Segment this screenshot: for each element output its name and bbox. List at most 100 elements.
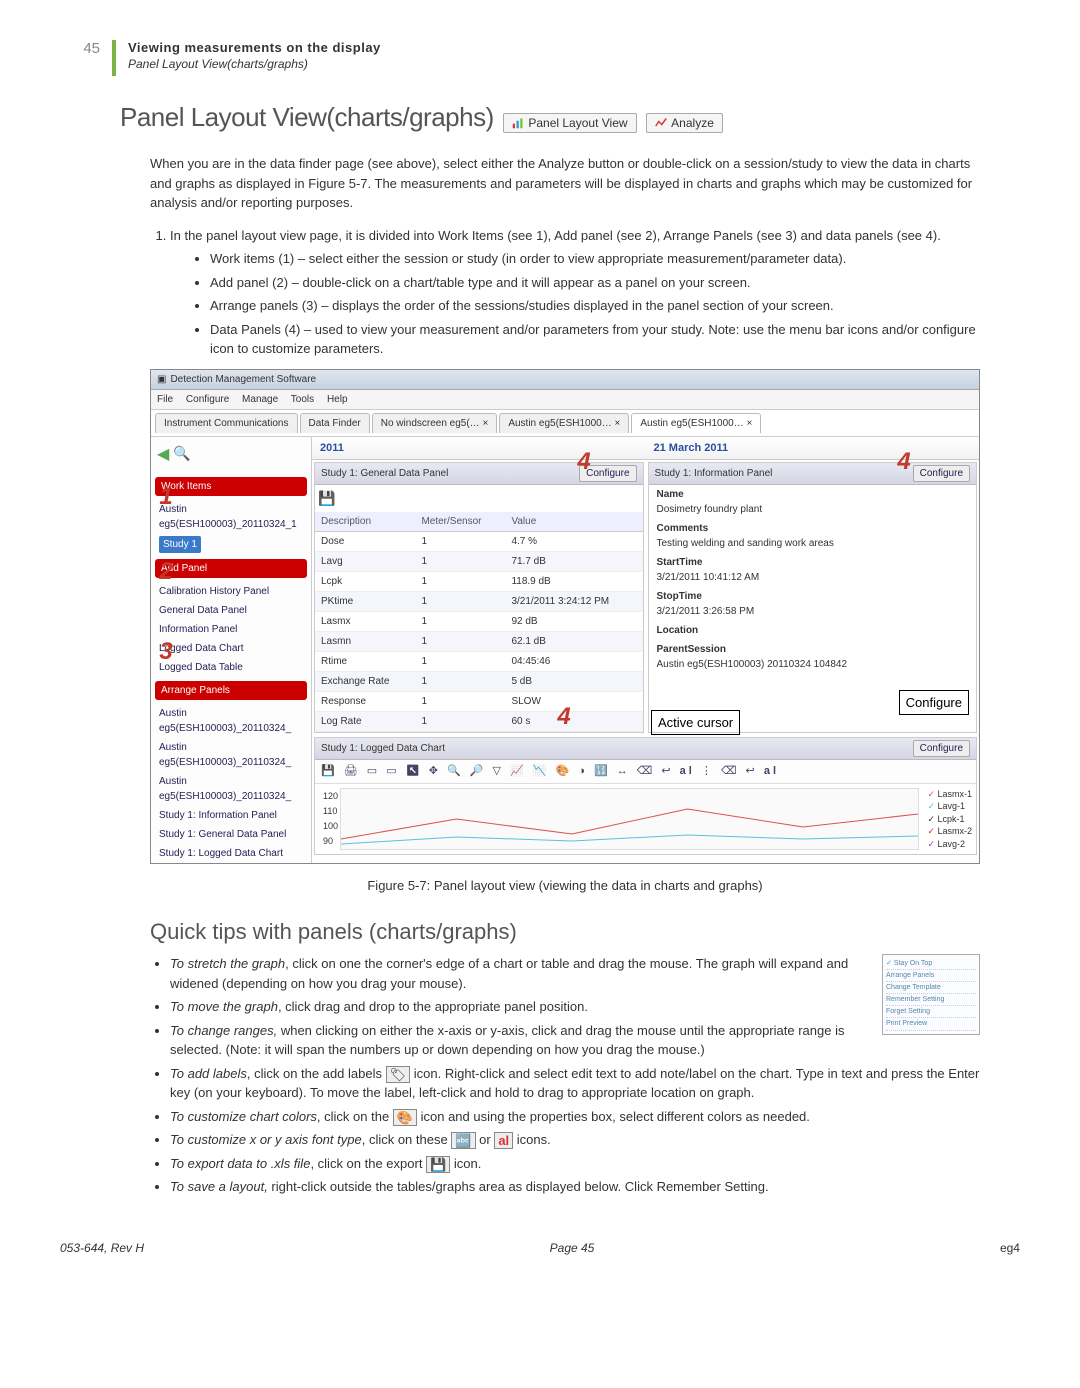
tip-labels: To add labels, click on the add labels 🏷… xyxy=(170,1064,980,1103)
arrange-item[interactable]: Austin eg5(ESH100003)_20110324_ xyxy=(151,738,311,772)
menu-configure[interactable]: Configure xyxy=(186,394,229,405)
tip-ranges: To change ranges, when clicking on eithe… xyxy=(170,1021,980,1060)
table-row: Exchange Rate15 dB xyxy=(315,672,643,692)
header-text-block: Viewing measurements on the display Pane… xyxy=(128,40,381,72)
arrange-item[interactable]: Austin eg5(ESH100003)_20110324_ xyxy=(151,772,311,806)
table-row: Lavg171.7 dB xyxy=(315,552,643,572)
chart-toolbar[interactable]: 💾 🖨 ▭ ▭ ↖ ✥ 🔍 🔎 ▽ 📈 📉 🎨 ◑ 🔢 ↔ ⌫ ↩ al ⋮ ⌫… xyxy=(315,760,976,784)
arrange-panels-header[interactable]: Arrange Panels xyxy=(155,681,307,700)
menu-help[interactable]: Help xyxy=(327,394,348,405)
work-item-study[interactable]: Study 1 xyxy=(159,536,201,553)
legend-item[interactable]: Lcpk-1 xyxy=(927,813,972,826)
legend-item[interactable]: Lavg-1 xyxy=(927,800,972,813)
table-row: Log Rate160 s xyxy=(315,712,643,732)
tip-stretch: To stretch the graph, click on one the c… xyxy=(170,954,980,993)
callout-3: 3 xyxy=(153,640,179,666)
arrange-item[interactable]: Study 1: Information Panel xyxy=(151,806,311,825)
y-axis-font-icon[interactable]: al xyxy=(494,1132,513,1149)
top-panel-row: Study 1: General Data Panel Configure 💾 … xyxy=(312,460,979,735)
col-value: Value xyxy=(505,512,642,532)
dashboard: 2011 21 March 2011 Study 1: General Data… xyxy=(312,437,979,863)
page-footer: 053-644, Rev H Page 45 eg4 xyxy=(60,1241,1020,1255)
header-subtitle: Panel Layout View(charts/graphs) xyxy=(128,57,381,73)
analyze-button[interactable]: Analyze xyxy=(646,113,723,133)
menu-tools[interactable]: Tools xyxy=(291,394,314,405)
legend-item[interactable]: Lavg-2 xyxy=(927,838,972,851)
info-field: StopTime3/21/2011 3:26:58 PM xyxy=(649,587,977,621)
callout-configure: Configure xyxy=(899,690,969,716)
x-axis-font-icon[interactable]: 🔤 xyxy=(451,1132,475,1149)
configure-button[interactable]: Configure xyxy=(913,740,970,757)
tip-axis-font: To customize x or y axis font type, clic… xyxy=(170,1130,980,1150)
table-row: Response1SLOW xyxy=(315,692,643,712)
table-row: PKtime13/21/2011 3:24:12 PM xyxy=(315,592,643,612)
palette-icon[interactable]: 🎨 xyxy=(393,1109,417,1126)
tab-instrument-comm[interactable]: Instrument Communications xyxy=(155,413,298,433)
footer-left: 053-644, Rev H xyxy=(60,1241,144,1255)
menu-manage[interactable]: Manage xyxy=(242,394,278,405)
panel-layout-view-button[interactable]: Panel Layout View xyxy=(503,113,636,133)
add-item-information[interactable]: Information Panel xyxy=(151,620,311,639)
figure-caption: Figure 5-7: Panel layout view (viewing t… xyxy=(150,876,980,896)
callout-4a: 4 xyxy=(571,450,597,476)
search-icon[interactable]: 🔍 xyxy=(173,443,190,467)
add-item-general[interactable]: General Data Panel xyxy=(151,601,311,620)
col-description: Description xyxy=(315,512,415,532)
menu-file[interactable]: File xyxy=(157,394,173,405)
quick-tips-heading: Quick tips with panels (charts/graphs) xyxy=(150,915,980,948)
chart-plot-area[interactable] xyxy=(340,788,919,850)
general-data-table: Description Meter/Sensor Value Dose14.7 … xyxy=(315,512,643,732)
document-tabs: Instrument Communications Data Finder No… xyxy=(151,410,979,437)
info-field: Location xyxy=(649,621,977,640)
date-header-right: 21 March 2011 xyxy=(646,437,980,461)
callout-2: 2 xyxy=(153,560,179,586)
legend-item[interactable]: Lasmx-2 xyxy=(927,825,972,838)
logged-data-chart-panel: Study 1: Logged Data Chart Configure 💾 🖨… xyxy=(314,737,977,855)
export-icon[interactable]: 💾 xyxy=(426,1156,450,1173)
analyze-icon xyxy=(655,117,667,129)
intro-paragraph: When you are in the data finder page (se… xyxy=(150,154,980,213)
info-field: StartTime3/21/2011 10:41:12 AM xyxy=(649,553,977,587)
step1-lead: In the panel layout view page, it is div… xyxy=(170,228,941,243)
callout-1: 1 xyxy=(153,485,179,511)
info-field: ParentSessionAustin eg5(ESH100003) 20110… xyxy=(649,640,977,674)
numbered-steps: In the panel layout view page, it is div… xyxy=(170,226,980,359)
arrange-item[interactable]: Austin eg5(ESH100003)_20110324_ xyxy=(151,704,311,738)
bullet-work-items: Work items (1) – select either the sessi… xyxy=(210,249,980,269)
arrange-item[interactable]: Study 1: Logged Data Chart xyxy=(151,844,311,863)
col-meter: Meter/Sensor xyxy=(415,512,505,532)
back-icon[interactable]: ◀ xyxy=(157,443,169,467)
window-titlebar: ▣ Detection Management Software xyxy=(151,370,979,390)
page-number-top: 45 xyxy=(60,40,100,57)
tab-session-2[interactable]: Austin eg5(ESH1000… × xyxy=(499,413,629,433)
step1-bullets: Work items (1) – select either the sessi… xyxy=(210,249,980,359)
general-panel-title: Study 1: General Data Panel xyxy=(321,466,448,481)
menubar[interactable]: File Configure Manage Tools Help xyxy=(151,390,979,410)
bullet-add-panel: Add panel (2) – double-click on a chart/… xyxy=(210,273,980,293)
analyze-label: Analyze xyxy=(671,116,714,130)
tip-colors: To customize chart colors, click on the … xyxy=(170,1107,980,1127)
legend-item[interactable]: Lasmx-1 xyxy=(927,788,972,801)
configure-button[interactable]: Configure xyxy=(913,465,970,482)
add-labels-icon[interactable]: 🏷 xyxy=(386,1066,411,1083)
table-row: Lcpk1118.9 dB xyxy=(315,572,643,592)
callout-4c: 4 xyxy=(551,705,577,731)
tab-session-3[interactable]: Austin eg5(ESH1000… × xyxy=(631,413,761,433)
bullet-arrange-panels: Arrange panels (3) – displays the order … xyxy=(210,296,980,316)
footer-right: eg4 xyxy=(1000,1241,1020,1255)
tip-save-layout: To save a layout, right-click outside th… xyxy=(170,1177,980,1197)
save-icon[interactable]: 💾 xyxy=(318,490,335,506)
info-panel-title: Study 1: Information Panel xyxy=(655,466,773,481)
arrange-item[interactable]: Study 1: General Data Panel xyxy=(151,825,311,844)
main-area: ◀ 🔍 Work Items Austin eg5(ESH100003)_201… xyxy=(151,437,979,863)
context-menu-thumbnail: ✓ Stay On Top Arrange Panels Change Temp… xyxy=(882,954,980,1035)
figure-screenshot: ▣ Detection Management Software File Con… xyxy=(150,369,980,864)
tab-session-1[interactable]: No windscreen eg5(… × xyxy=(372,413,498,433)
chart-svg xyxy=(341,789,918,849)
tab-data-finder[interactable]: Data Finder xyxy=(300,413,370,433)
table-row: Lasmn162.1 dB xyxy=(315,632,643,652)
callout-active-cursor: Active cursor xyxy=(651,710,740,736)
window-title: Detection Management Software xyxy=(170,372,316,387)
tip-move: To move the graph, click drag and drop t… xyxy=(170,997,980,1017)
chart-legend: Lasmx-1 Lavg-1 Lcpk-1 Lasmx-2 Lavg-2 xyxy=(927,788,972,851)
